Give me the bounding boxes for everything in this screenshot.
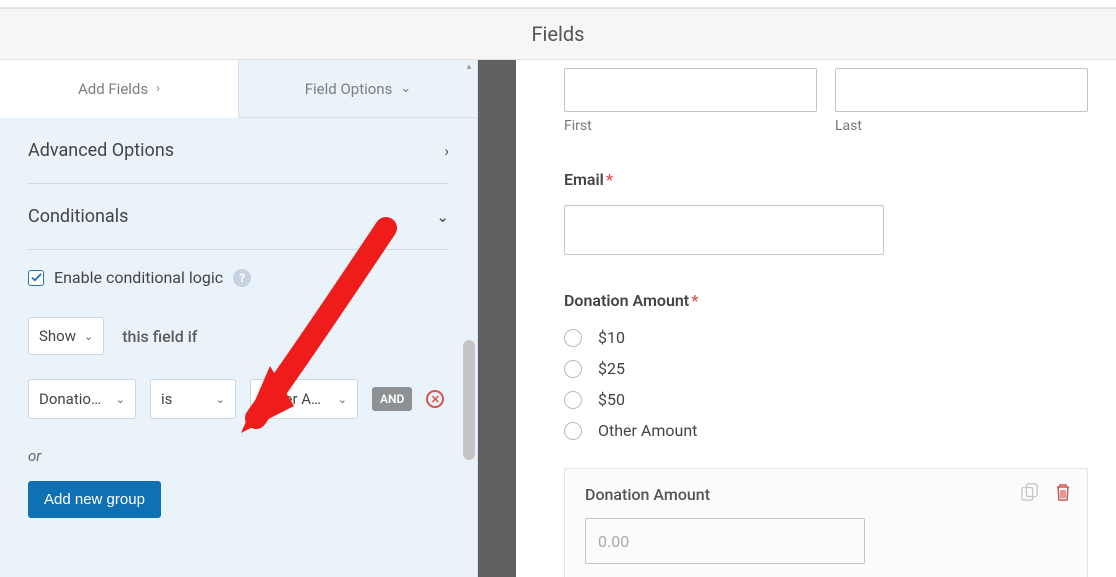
chevron-down-icon: ⌄ bbox=[84, 330, 93, 343]
this-field-if-label: this field if bbox=[122, 327, 197, 346]
required-asterisk: * bbox=[691, 291, 698, 310]
chevron-down-icon: ⌄ bbox=[338, 393, 347, 406]
donation-options: $10 $25 $50 Other Amount bbox=[564, 328, 1088, 440]
and-button[interactable]: AND bbox=[372, 387, 412, 411]
enable-conditional-checkbox[interactable] bbox=[28, 270, 44, 286]
enable-conditional-row: Enable conditional logic ? bbox=[28, 268, 449, 287]
email-label-text: Email bbox=[564, 170, 604, 189]
last-sublabel: Last bbox=[835, 118, 1088, 134]
tab-add-fields[interactable]: Add Fields › bbox=[0, 60, 239, 118]
first-sublabel: First bbox=[564, 118, 817, 134]
tabs: Add Fields › Field Options ⌄ bbox=[0, 60, 477, 118]
chevron-down-icon: ⌄ bbox=[400, 81, 411, 96]
add-group-label: Add new group bbox=[44, 491, 145, 508]
or-label: or bbox=[28, 447, 449, 465]
preview-page: First Last Email* Donation Amount* $ bbox=[516, 60, 1116, 577]
radio-label: $25 bbox=[598, 359, 625, 378]
field-actions bbox=[1021, 483, 1071, 501]
radio-option[interactable]: Other Amount bbox=[564, 421, 1088, 440]
rule-field-select[interactable]: Donatio… ⌄ bbox=[28, 379, 136, 419]
scroll-up-icon: ▴ bbox=[464, 62, 474, 72]
rule-value-select[interactable]: Other A… ⌄ bbox=[250, 379, 358, 419]
radio-icon bbox=[564, 329, 582, 347]
preview-area: First Last Email* Donation Amount* $ bbox=[516, 60, 1116, 577]
section-advanced-options[interactable]: Advanced Options › bbox=[28, 118, 449, 184]
radio-label: $50 bbox=[598, 390, 625, 409]
show-hide-value: Show bbox=[39, 327, 76, 345]
close-icon: ✕ bbox=[431, 394, 440, 405]
duplicate-icon[interactable] bbox=[1021, 483, 1039, 501]
amount-placeholder: 0.00 bbox=[598, 532, 629, 551]
section-conditionals-label: Conditionals bbox=[28, 206, 128, 227]
condition-rule-row: Donatio… ⌄ is ⌄ Other A… ⌄ AND bbox=[28, 379, 449, 419]
enable-conditional-label: Enable conditional logic bbox=[54, 268, 223, 287]
radio-label: Other Amount bbox=[598, 421, 697, 440]
delete-rule-button[interactable]: ✕ bbox=[426, 390, 444, 408]
first-name-input[interactable] bbox=[564, 68, 817, 112]
top-strip bbox=[0, 0, 1116, 8]
main-row: Add Fields › Field Options ⌄ Advanced Op… bbox=[0, 60, 1116, 577]
section-advanced-label: Advanced Options bbox=[28, 140, 174, 161]
left-panel: Add Fields › Field Options ⌄ Advanced Op… bbox=[0, 60, 478, 577]
radio-option[interactable]: $50 bbox=[564, 390, 1088, 409]
preview-gutter bbox=[478, 60, 516, 577]
scroll-thumb[interactable] bbox=[463, 340, 475, 460]
header-title: Fields bbox=[532, 22, 585, 46]
tab-field-options-label: Field Options bbox=[305, 80, 393, 98]
donation-label-text: Donation Amount bbox=[564, 291, 689, 310]
chevron-right-icon: › bbox=[156, 81, 160, 96]
panel-body: Advanced Options › Conditionals ⌄ Enable… bbox=[0, 118, 477, 577]
last-name-input[interactable] bbox=[835, 68, 1088, 112]
chevron-down-icon: ⌄ bbox=[216, 393, 225, 406]
chevron-right-icon: › bbox=[444, 142, 449, 160]
radio-icon bbox=[564, 391, 582, 409]
add-new-group-button[interactable]: Add new group bbox=[28, 481, 161, 518]
email-label: Email* bbox=[564, 170, 1088, 189]
radio-label: $10 bbox=[598, 328, 625, 347]
donation-amount-label: Donation Amount* bbox=[564, 291, 1088, 310]
selected-field-title: Donation Amount bbox=[585, 485, 1067, 504]
required-asterisk: * bbox=[606, 170, 613, 189]
donation-amount-input[interactable]: 0.00 bbox=[585, 518, 865, 564]
chevron-down-icon: ⌄ bbox=[116, 393, 125, 406]
rule-field-value: Donatio… bbox=[39, 390, 101, 408]
rule-operator-select[interactable]: is ⌄ bbox=[150, 379, 236, 419]
and-label: AND bbox=[380, 392, 404, 406]
show-row: Show ⌄ this field if bbox=[28, 317, 449, 355]
selected-field-box[interactable]: Donation Amount 0.00 bbox=[564, 468, 1088, 577]
show-hide-select[interactable]: Show ⌄ bbox=[28, 317, 104, 355]
rule-operator-value: is bbox=[161, 390, 172, 408]
conditionals-content: Enable conditional logic ? Show ⌄ this f… bbox=[28, 250, 449, 518]
header-bar: Fields bbox=[0, 8, 1116, 60]
check-icon bbox=[31, 272, 42, 283]
radio-option[interactable]: $25 bbox=[564, 359, 1088, 378]
trash-icon[interactable] bbox=[1055, 483, 1071, 501]
help-icon[interactable]: ? bbox=[233, 269, 251, 287]
radio-icon bbox=[564, 422, 582, 440]
tab-add-fields-label: Add Fields bbox=[78, 80, 148, 98]
email-input[interactable] bbox=[564, 205, 884, 255]
radio-icon bbox=[564, 360, 582, 378]
rule-value-text: Other A… bbox=[261, 390, 321, 408]
section-conditionals[interactable]: Conditionals ⌄ bbox=[28, 184, 449, 250]
left-scrollbar[interactable]: ▴ bbox=[461, 60, 477, 577]
chevron-down-icon: ⌄ bbox=[436, 208, 449, 226]
tab-field-options[interactable]: Field Options ⌄ bbox=[239, 60, 477, 118]
radio-option[interactable]: $10 bbox=[564, 328, 1088, 347]
name-field-row: First Last bbox=[564, 68, 1088, 134]
